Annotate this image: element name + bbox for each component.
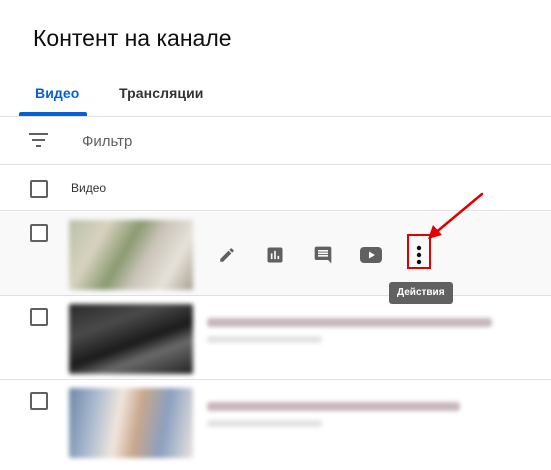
comments-icon xyxy=(313,245,333,265)
analytics-button[interactable] xyxy=(261,241,289,269)
row-checkbox[interactable] xyxy=(30,308,48,326)
video-title-blurred[interactable] xyxy=(207,402,460,411)
filter-icon[interactable] xyxy=(29,133,48,147)
video-thumbnail[interactable] xyxy=(69,304,193,374)
pencil-icon xyxy=(218,246,236,264)
tab-active-indicator xyxy=(19,112,87,116)
tab-live[interactable]: Трансляции xyxy=(119,85,203,101)
edit-button[interactable] xyxy=(213,241,241,269)
select-all-checkbox[interactable] xyxy=(30,180,48,198)
video-description-blurred xyxy=(207,336,322,343)
filter-bar xyxy=(0,117,551,165)
video-title-blurred[interactable] xyxy=(207,318,492,327)
page-title: Контент на канале xyxy=(33,25,232,51)
youtube-play-icon xyxy=(360,247,382,263)
annotation-arrow xyxy=(428,192,484,239)
row-checkbox[interactable] xyxy=(30,392,48,410)
table-row[interactable] xyxy=(0,296,551,380)
column-header-video: Видео xyxy=(71,181,107,195)
tooltip-actions: Действия xyxy=(389,282,453,304)
tab-video[interactable]: Видео xyxy=(35,85,79,101)
view-on-youtube-button[interactable] xyxy=(357,241,385,269)
filter-input[interactable] xyxy=(82,131,482,151)
table-row[interactable] xyxy=(0,380,551,470)
row-checkbox[interactable] xyxy=(30,224,48,242)
comments-button[interactable] xyxy=(309,241,337,269)
analytics-icon xyxy=(265,245,285,265)
video-thumbnail[interactable] xyxy=(69,220,193,290)
tab-bar: Видео Трансляции xyxy=(0,72,551,117)
video-description-blurred xyxy=(207,420,322,427)
video-thumbnail[interactable] xyxy=(69,388,193,458)
